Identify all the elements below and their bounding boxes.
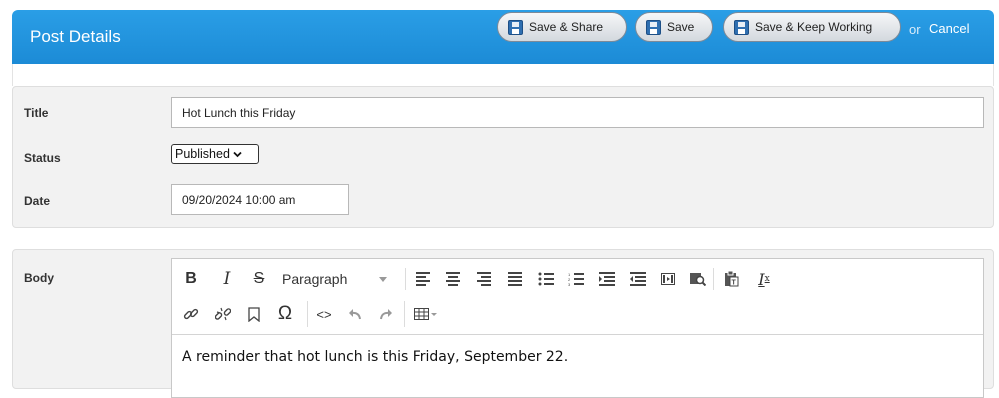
strikethrough-icon[interactable]: S	[248, 267, 270, 291]
date-label: Date	[24, 194, 51, 208]
align-left-icon[interactable]	[412, 267, 434, 291]
or-text: or	[909, 22, 921, 37]
indent-icon[interactable]	[596, 267, 618, 291]
body-label: Body	[24, 271, 54, 285]
numbered-list-icon[interactable]: 123	[565, 267, 587, 291]
floppy-disk-icon	[508, 19, 523, 35]
save-and-keep-working-button[interactable]: Save & Keep Working	[723, 12, 901, 42]
date-input[interactable]: 09/20/2024 10:00 am	[171, 184, 349, 215]
save-and-share-label: Save & Share	[529, 20, 604, 34]
link-icon[interactable]	[180, 302, 202, 326]
title-input[interactable]: Hot Lunch this Friday	[171, 97, 984, 128]
align-justify-icon[interactable]	[504, 267, 526, 291]
table-icon[interactable]	[411, 302, 441, 326]
italic-icon[interactable]: I	[216, 267, 238, 291]
editor-content[interactable]: A reminder that hot lunch is this Friday…	[182, 349, 568, 365]
save-and-share-button[interactable]: Save & Share	[497, 12, 627, 42]
undo-icon[interactable]	[344, 302, 366, 326]
floppy-disk-icon	[734, 19, 749, 35]
svg-text:T: T	[732, 280, 737, 287]
clear-format-icon[interactable]: Ix	[753, 267, 775, 291]
media-icon[interactable]	[657, 267, 679, 291]
paste-text-icon[interactable]: T	[721, 267, 743, 291]
title-input-value: Hot Lunch this Friday	[182, 105, 296, 120]
header-spacer	[12, 64, 994, 86]
cancel-link[interactable]: Cancel	[929, 21, 969, 36]
status-label: Status	[24, 151, 61, 165]
editor-toolbar: B I S Paragraph 123 T I x Ω <>	[172, 259, 983, 335]
floppy-disk-icon	[646, 19, 661, 35]
format-select[interactable]: Paragraph	[282, 267, 392, 291]
save-label: Save	[667, 20, 695, 34]
save-button[interactable]: Save	[635, 12, 713, 42]
redo-icon[interactable]	[375, 302, 397, 326]
save-and-keep-working-label: Save & Keep Working	[755, 20, 873, 34]
status-select-value: Published	[175, 147, 230, 161]
bookmark-icon[interactable]	[243, 302, 265, 326]
date-input-value: 09/20/2024 10:00 am	[182, 192, 296, 207]
bullet-list-icon[interactable]	[535, 267, 557, 291]
special-character-icon[interactable]: Ω	[274, 302, 296, 326]
svg-text:3: 3	[568, 282, 571, 286]
format-select-value: Paragraph	[282, 271, 348, 287]
find-replace-icon[interactable]	[687, 267, 709, 291]
align-right-icon[interactable]	[473, 267, 495, 291]
source-code-icon[interactable]: <>	[313, 302, 335, 326]
align-center-icon[interactable]	[442, 267, 464, 291]
status-select[interactable]: Published	[171, 144, 259, 164]
toolbar-divider	[307, 301, 308, 327]
toolbar-divider	[713, 268, 714, 290]
title-label: Title	[24, 106, 49, 120]
page-title: Post Details	[30, 27, 121, 46]
bold-icon[interactable]: B	[180, 267, 202, 291]
outdent-icon[interactable]	[627, 267, 649, 291]
rich-text-editor: B I S Paragraph 123 T I x Ω <> A reminde…	[171, 258, 984, 398]
toolbar-divider	[405, 268, 406, 290]
toolbar-divider	[404, 301, 405, 327]
unlink-icon[interactable]	[212, 302, 234, 326]
chevron-down-icon	[379, 276, 388, 282]
chevron-down-icon	[233, 151, 242, 157]
